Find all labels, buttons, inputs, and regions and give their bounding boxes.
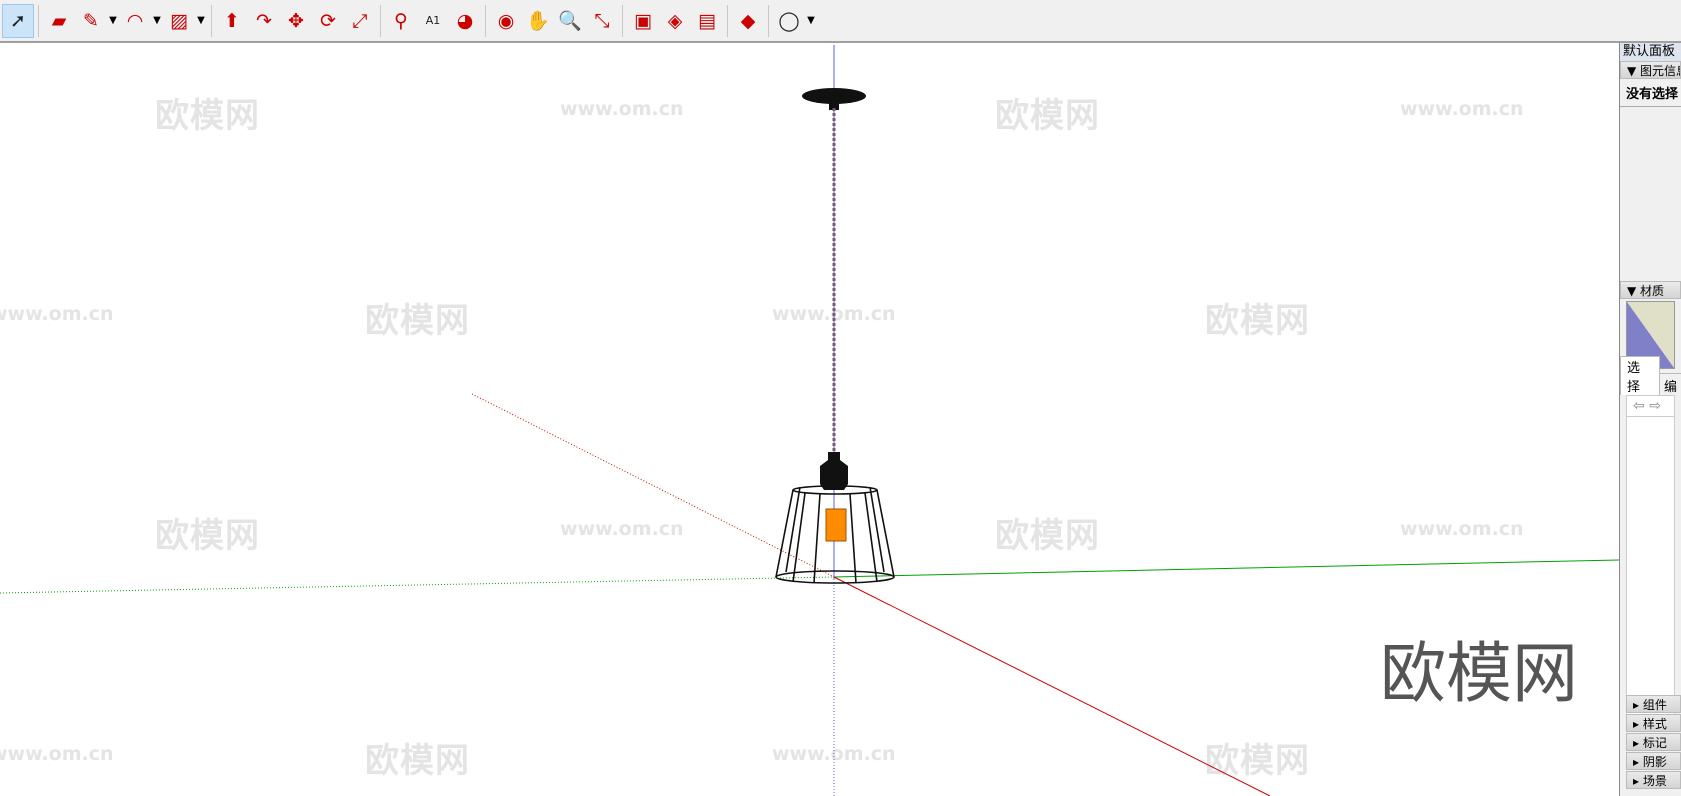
- green-axis-negative: [0, 576, 835, 594]
- tray-section-0[interactable]: ▸ 组件: [1626, 695, 1681, 713]
- toolbar-separator: [727, 4, 728, 37]
- tray-section-4[interactable]: ▸ 场景: [1626, 771, 1681, 789]
- orbit-icon: ◉: [497, 9, 515, 32]
- materials-header[interactable]: ▼ 材质: [1620, 281, 1681, 299]
- zoom-extents-icon: ⤡: [594, 9, 610, 32]
- arc-dropdown-arrow-icon[interactable]: ▼: [151, 15, 163, 26]
- toolbar-separator: [211, 4, 212, 37]
- tape-measure-icon: ⚲: [394, 9, 408, 32]
- move-tool-button[interactable]: ✥: [280, 4, 312, 38]
- account-tool-button[interactable]: ◯: [773, 4, 805, 38]
- toolbar-separator: [485, 4, 486, 37]
- 3d-warehouse-tool-button[interactable]: ▣: [627, 4, 659, 38]
- back-arrow-icon[interactable]: ⇦: [1633, 398, 1645, 414]
- tab-select[interactable]: 选择: [1620, 356, 1660, 395]
- send-to-layout-icon: ▤: [698, 9, 716, 32]
- pan-tool-button[interactable]: ✋: [522, 4, 554, 38]
- paint-bucket-icon: ◕: [456, 9, 474, 32]
- arc-tool-button[interactable]: ◠: [119, 4, 151, 38]
- toolbar-separator: [380, 4, 381, 37]
- ruby-console-tool-button[interactable]: ◆: [732, 4, 764, 38]
- rectangle-dropdown-arrow-icon[interactable]: ▼: [195, 15, 207, 26]
- tray-section-3[interactable]: ▸ 阴影: [1626, 752, 1681, 770]
- follow-me-icon: ↷: [256, 9, 272, 32]
- red-axis-negative: [471, 393, 835, 578]
- red-axis: [833, 576, 1271, 796]
- forward-arrow-icon[interactable]: ⇨: [1649, 398, 1661, 414]
- text-tool-button[interactable]: A1: [417, 4, 449, 38]
- zoom-extents-tool-button[interactable]: ⤡: [586, 4, 618, 38]
- rotate-icon: ⟳: [320, 9, 336, 32]
- rectangle-tool-button[interactable]: ▨: [163, 4, 195, 38]
- tray-section-2[interactable]: ▸ 标记: [1626, 733, 1681, 751]
- eraser-tool-button[interactable]: ▰: [43, 4, 75, 38]
- toolbar-separator: [768, 4, 769, 37]
- follow-me-tool-button[interactable]: ↷: [248, 4, 280, 38]
- 3d-viewport[interactable]: 欧模网www.om.cn欧模网www.om.cnwww.om.cn欧模网www.…: [0, 45, 1619, 796]
- scene: [0, 45, 1619, 796]
- pendant-lamp[interactable]: [775, 88, 895, 584]
- pencil-tool-button[interactable]: ✎: [75, 4, 107, 38]
- pencil-icon: ✎: [83, 9, 99, 32]
- tab-edit[interactable]: 编: [1660, 376, 1681, 395]
- send-to-layout-tool-button[interactable]: ▤: [691, 4, 723, 38]
- move-icon: ✥: [288, 9, 304, 32]
- green-axis: [833, 559, 1619, 578]
- select-tool-button[interactable]: ➚: [2, 3, 34, 38]
- extension-warehouse-tool-button[interactable]: ◈: [659, 4, 691, 38]
- no-selection-label: 没有选择: [1620, 79, 1681, 107]
- arc-icon: ◠: [126, 9, 144, 32]
- toolbar-separator: [38, 4, 39, 37]
- scale-icon: ⤢: [352, 9, 368, 32]
- push-pull-icon: ⬆: [224, 9, 240, 32]
- text-icon: A1: [425, 14, 441, 27]
- account-icon: ◯: [778, 9, 800, 32]
- ruby-console-icon: ◆: [740, 9, 756, 32]
- tape-measure-tool-button[interactable]: ⚲: [385, 4, 417, 38]
- toolbar-separator: [622, 4, 623, 37]
- select-icon: ➚: [10, 9, 26, 32]
- extension-warehouse-icon: ◈: [667, 9, 683, 32]
- push-pull-tool-button[interactable]: ⬆: [216, 4, 248, 38]
- scale-tool-button[interactable]: ⤢: [344, 4, 376, 38]
- paint-bucket-tool-button[interactable]: ◕: [449, 4, 481, 38]
- tray-title: 默认面板: [1620, 43, 1681, 61]
- rotate-tool-button[interactable]: ⟳: [312, 4, 344, 38]
- tray-section-1[interactable]: ▸ 样式: [1626, 714, 1681, 732]
- pencil-dropdown-arrow-icon[interactable]: ▼: [107, 15, 119, 26]
- eraser-icon: ▰: [51, 9, 67, 32]
- entity-info-header[interactable]: ▼ 图元信息: [1620, 61, 1681, 79]
- default-tray: 默认面板 ▼ 图元信息 没有选择 ▼ 材质 选择 编 ⇦ ⇨ ▸ 组件▸ 样式▸…: [1619, 43, 1681, 796]
- pan-icon: ✋: [526, 10, 550, 32]
- zoom-icon: 🔍: [558, 10, 582, 32]
- orbit-tool-button[interactable]: ◉: [490, 4, 522, 38]
- rectangle-icon: ▨: [170, 9, 188, 32]
- account-dropdown-arrow-icon[interactable]: ▼: [805, 15, 817, 26]
- 3d-warehouse-icon: ▣: [634, 9, 652, 32]
- zoom-tool-button[interactable]: 🔍: [554, 4, 586, 38]
- main-toolbar: ➚ ▰ ✎ ▼ ◠ ▼ ▨ ▼ ⬆ ↷ ✥ ⟳ ⤢ ⚲ A1 ◕ ◉ ✋ 🔍 ⤡ ▣ ◈ ▤ ◆ ◯ ▼: [0, 0, 1681, 43]
